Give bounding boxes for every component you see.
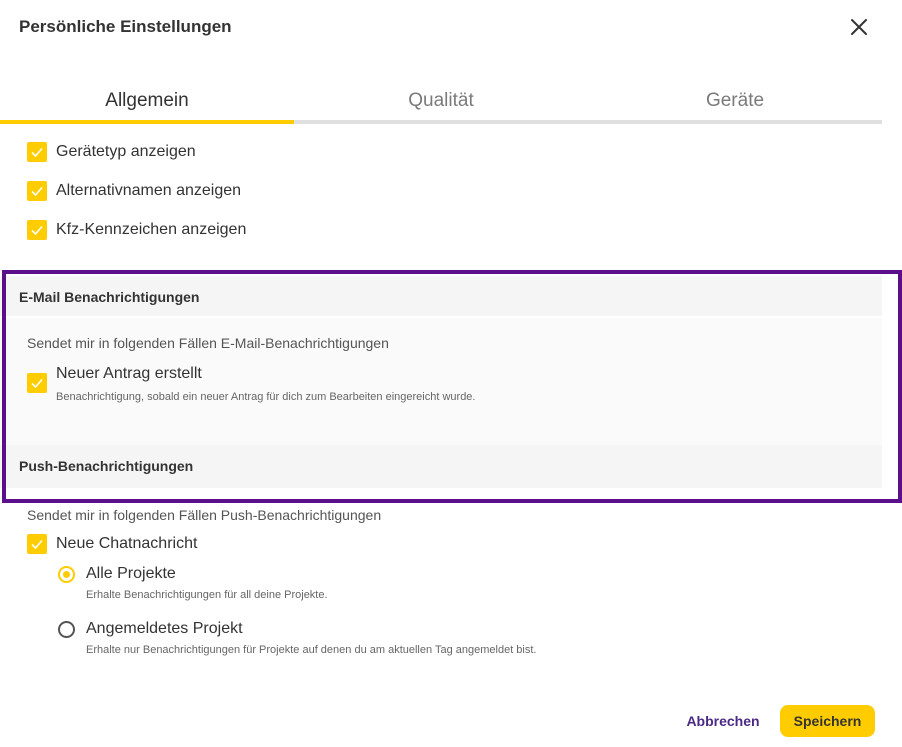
radio-button-alle-projekte[interactable] xyxy=(58,565,75,583)
checkbox-alternativnamen[interactable] xyxy=(27,181,47,201)
option-label: Kfz-Kennzeichen anzeigen xyxy=(56,221,247,238)
tab-bar: Allgemein Qualität Geräte xyxy=(0,83,882,124)
check-icon xyxy=(31,225,43,236)
tab-qualitaet[interactable]: Qualität xyxy=(294,83,588,120)
check-icon xyxy=(31,186,43,197)
radio-description: Erhalte Benachrichtigungen für all deine… xyxy=(86,589,328,601)
push-section-hint: Sendet mir in folgenden Fällen Push-Bena… xyxy=(27,507,382,523)
check-icon xyxy=(31,378,43,389)
checkbox-kfz-kennzeichen[interactable] xyxy=(27,220,47,240)
radio-description: Erhalte nur Benachrichtigungen für Proje… xyxy=(86,644,537,656)
email-section-header: E-Mail Benachrichtigungen xyxy=(0,276,882,316)
save-button[interactable]: Speichern xyxy=(780,705,875,737)
radio-angemeldetes-projekt[interactable]: Angemeldetes Projekt xyxy=(58,620,243,638)
option-label: Neue Chatnachricht xyxy=(56,535,198,552)
radio-label: Angemeldetes Projekt xyxy=(86,620,243,637)
radio-button-angemeldetes-projekt[interactable] xyxy=(58,620,75,638)
close-button[interactable] xyxy=(846,14,872,40)
tab-allgemein[interactable]: Allgemein xyxy=(0,83,294,124)
radio-alle-projekte[interactable]: Alle Projekte xyxy=(58,565,176,583)
check-icon xyxy=(31,147,43,158)
option-label: Alternativnamen anzeigen xyxy=(56,182,242,199)
option-neue-chatnachricht[interactable]: Neue Chatnachricht xyxy=(27,534,197,554)
email-section-title: E-Mail Benachrichtigungen xyxy=(19,289,200,305)
dialog-title: Persönliche Einstellungen xyxy=(19,17,232,36)
close-icon xyxy=(851,19,867,35)
checkbox-neue-chatnachricht[interactable] xyxy=(27,534,47,554)
option-label: Gerätetyp anzeigen xyxy=(56,143,196,160)
check-icon xyxy=(31,539,43,550)
option-geraetetyp[interactable]: Gerätetyp anzeigen xyxy=(27,142,196,162)
option-neuer-antrag[interactable]: Neuer Antrag erstellt xyxy=(27,363,202,393)
tab-geraete[interactable]: Geräte xyxy=(588,83,882,120)
push-section-header: Push-Benachrichtigungen xyxy=(0,445,882,488)
option-label: Neuer Antrag erstellt xyxy=(56,365,202,382)
email-section-hint: Sendet mir in folgenden Fällen E-Mail-Be… xyxy=(27,335,389,351)
option-alternativnamen[interactable]: Alternativnamen anzeigen xyxy=(27,181,241,201)
checkbox-geraetetyp[interactable] xyxy=(27,142,47,162)
checkbox-neuer-antrag[interactable] xyxy=(27,373,47,393)
radio-label: Alle Projekte xyxy=(86,565,176,582)
cancel-button[interactable]: Abbrechen xyxy=(678,706,768,736)
option-description: Benachrichtigung, sobald ein neuer Antra… xyxy=(56,391,476,403)
option-kfz-kennzeichen[interactable]: Kfz-Kennzeichen anzeigen xyxy=(27,220,246,240)
push-section-title: Push-Benachrichtigungen xyxy=(19,458,194,474)
